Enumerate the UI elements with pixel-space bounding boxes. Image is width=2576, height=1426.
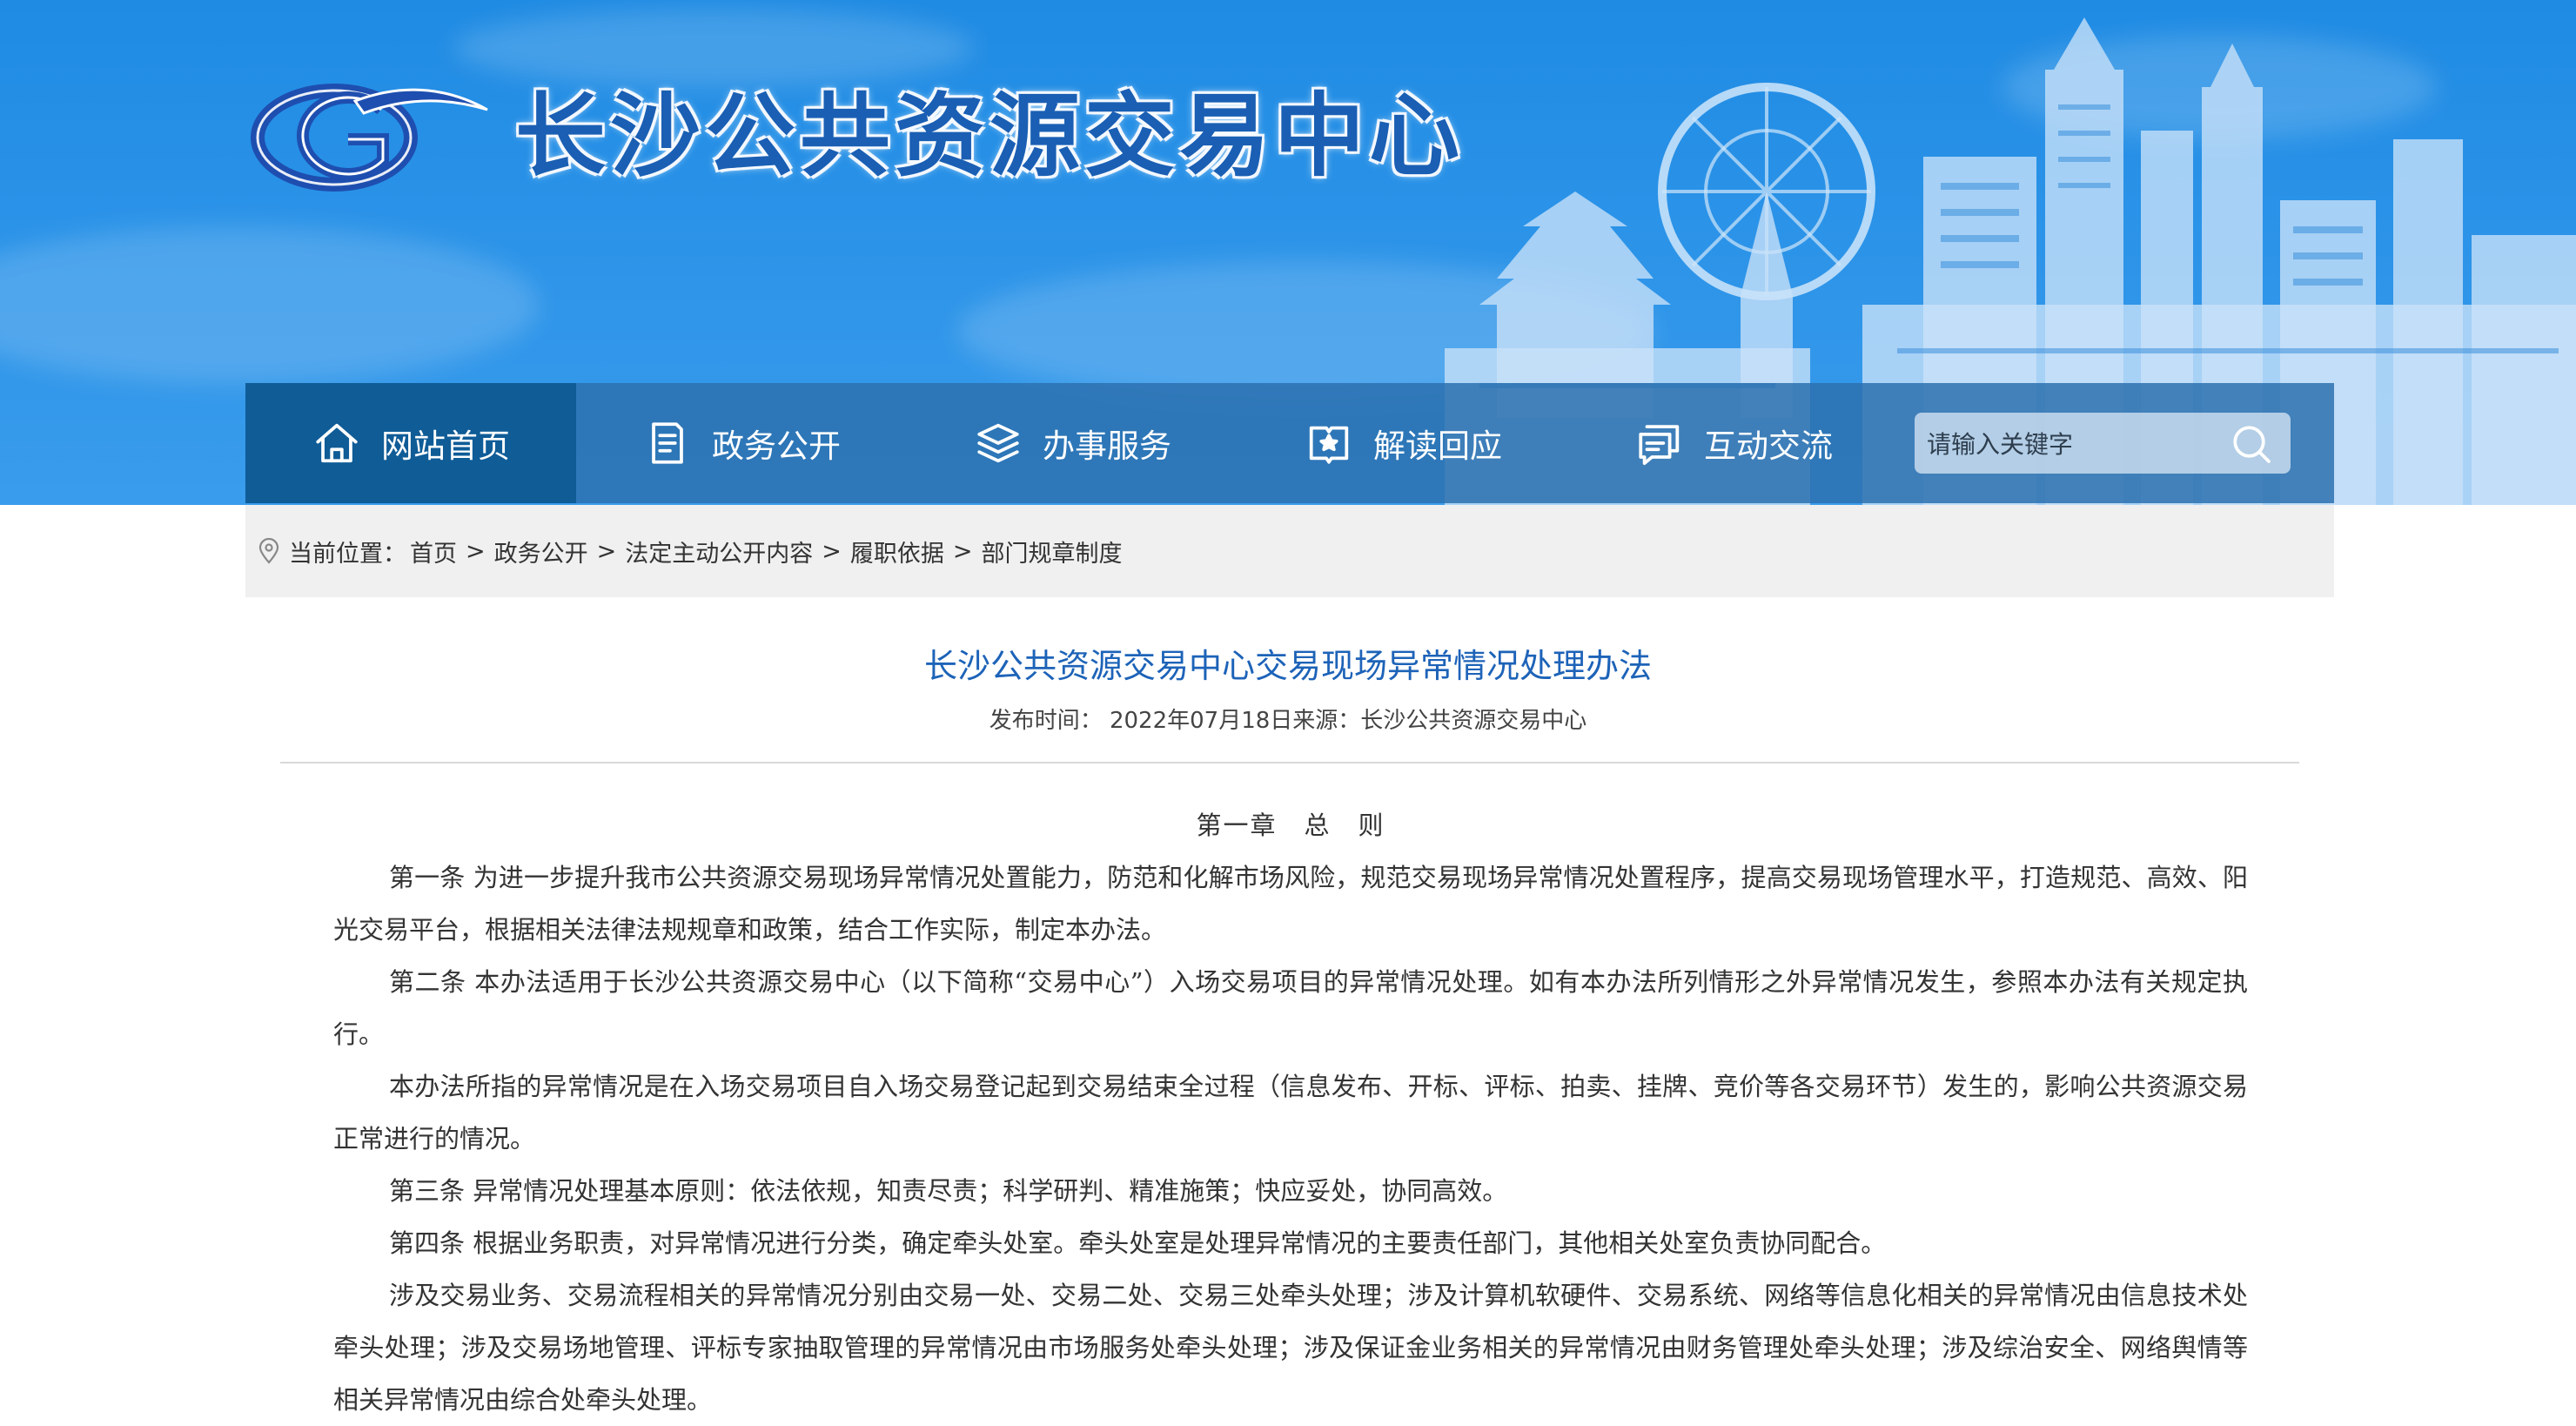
article-paragraph: 第四条 根据业务职责，对异常情况进行分类，确定牵头处室。牵头处室是处理异常情况的… [389,1228,1887,1258]
breadcrumb-separator: > [596,537,617,565]
breadcrumb-label: 当前位置： [289,540,406,568]
site-title: 长沙公共资源交易中心 [515,82,1465,189]
breadcrumb-link-government-affairs[interactable]: 政务公开 [494,535,588,568]
article-paragraph: 涉及交易业务、交易流程相关的异常情况分别由交易一处、交易二处、交易三处牵头处理；… [333,1281,2248,1415]
document-icon [652,422,683,464]
article-paragraph: 第三条 异常情况处理基本原则：依法依规，知责尽责；科学研判、精准施策；快应妥处，… [389,1176,1508,1206]
chapter-heading: 第一章 总 则 [1196,811,1385,840]
nav-item-interpretation[interactable]: 解读回应 [1238,383,1568,503]
site-logo-icon [251,84,488,192]
article-meta: 发布时间： 2022年07月18日来源：长沙公共资源交易中心 [989,708,1587,734]
breadcrumb-link-home[interactable]: 首页 [410,535,457,568]
breadcrumb-link-statutory-disclosure[interactable]: 法定主动公开内容 [625,535,813,568]
nav-item-label: 解读回应 [1373,427,1502,465]
book-star-icon [1309,426,1349,464]
nav-item-interaction[interactable]: 互动交流 [1568,383,1899,503]
cloud-decoration [0,226,540,383]
search-icon[interactable] [2230,422,2273,466]
nav-item-government-affairs[interactable]: 政务公开 [576,383,907,503]
nav-item-services[interactable]: 办事服务 [907,383,1238,503]
breadcrumb-separator: > [466,537,486,565]
nav-item-label: 政务公开 [712,427,841,465]
location-pin-icon [258,538,279,564]
article-paragraph: 第二条 本办法适用于长沙公共资源交易中心（以下简称“交易中心”）入场交易项目的异… [333,967,2248,1049]
nav-item-label: 办事服务 [1043,427,1171,465]
article-paragraph: 第一条 为进一步提升我市公共资源交易现场异常情况处置能力，防范和化解市场风险，规… [333,863,2248,945]
article-paragraph: 本办法所指的异常情况是在入场交易项目自入场交易登记起到交易结束全过程（信息发布、… [333,1072,2248,1154]
search-input[interactable] [1925,413,2224,475]
nav-item-label: 网站首页 [381,427,510,465]
home-icon [316,423,358,463]
breadcrumb-link-department-rules[interactable]: 部门规章制度 [982,535,1123,568]
layers-icon [977,423,1019,463]
breadcrumb-separator: > [822,537,842,565]
nav-item-home[interactable]: 网站首页 [245,383,576,503]
article-body: 第一章 总 则 第一条 为进一步提升我市公共资源交易现场异常情况处置能力，防范和… [333,799,2248,1426]
chat-icon [1639,425,1680,466]
breadcrumb-link-duty-basis[interactable]: 履职依据 [850,535,944,568]
cloud-decoration [453,9,975,87]
nav-item-label: 互动交流 [1704,427,1833,465]
title-divider [280,762,2299,763]
article-title: 长沙公共资源交易中心交易现场异常情况处理办法 [923,647,1652,685]
breadcrumb-separator: > [952,537,973,565]
breadcrumb: 当前位置： 首页 > 政务公开 > 法定主动公开内容 > 履职依据 > 部门规章… [245,505,2334,597]
